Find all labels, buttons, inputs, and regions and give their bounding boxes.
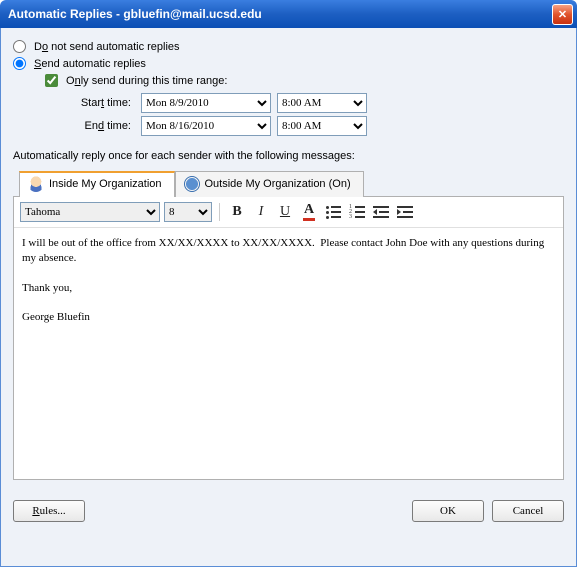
auto-reply-label: Automatically reply once for each sender… [13, 150, 564, 162]
window-close-button[interactable]: ✕ [552, 4, 573, 25]
start-time-select[interactable]: 8:00 AM [277, 93, 367, 113]
editor-toolbar: Tahoma 8 B I U A 1 [14, 197, 563, 227]
rules-button[interactable]: Rules... [13, 500, 85, 522]
radio-do-not-send-label: Do not send automatic replies [34, 41, 180, 53]
bold-button[interactable]: B [227, 202, 247, 222]
editor: Tahoma 8 B I U A 1 [13, 196, 564, 480]
font-size-select[interactable]: 8 [164, 202, 212, 222]
start-time-row: Start time: Mon 8/9/2010 8:00 AM [61, 93, 564, 113]
indent-button[interactable] [395, 202, 415, 222]
outdent-button[interactable] [371, 202, 391, 222]
tab-inside-label: Inside My Organization [49, 178, 162, 190]
end-time-label: End time: [61, 120, 131, 132]
checkbox-time-range-input[interactable] [45, 74, 58, 87]
radio-send[interactable]: Send automatic replies [13, 57, 564, 70]
checkbox-time-range-label: Only send during this time range: [66, 75, 227, 87]
message-body[interactable] [14, 227, 563, 479]
toolbar-separator [219, 203, 220, 221]
end-date-select[interactable]: Mon 8/16/2010 [141, 116, 271, 136]
end-time-select[interactable]: 8:00 AM [277, 116, 367, 136]
start-date-select[interactable]: Mon 8/9/2010 [141, 93, 271, 113]
start-time-label: Start time: [61, 97, 131, 109]
end-time-row: End time: Mon 8/16/2010 8:00 AM [61, 116, 564, 136]
number-list-icon: 1 2 3 [349, 205, 365, 219]
tab-strip: Inside My Organization Outside My Organi… [19, 170, 564, 196]
content-area: Do not send automatic replies Send autom… [0, 28, 577, 567]
radio-do-not-send-input[interactable] [13, 40, 26, 53]
radio-do-not-send[interactable]: Do not send automatic replies [13, 40, 564, 53]
tab-inside-org[interactable]: Inside My Organization [19, 171, 175, 197]
tab-outside-org[interactable]: Outside My Organization (On) [175, 171, 364, 197]
radio-send-input[interactable] [13, 57, 26, 70]
bullet-list-icon [325, 205, 341, 219]
bullet-list-button[interactable] [323, 202, 343, 222]
underline-button[interactable]: U [275, 202, 295, 222]
button-row: Rules... OK Cancel [13, 500, 564, 522]
tab-outside-label: Outside My Organization (On) [205, 178, 351, 190]
person-icon [28, 176, 44, 192]
number-list-button[interactable]: 1 2 3 [347, 202, 367, 222]
outdent-icon [373, 205, 389, 219]
font-family-select[interactable]: Tahoma [20, 202, 160, 222]
globe-icon [184, 176, 200, 192]
window-title: Automatic Replies - gbluefin@mail.ucsd.e… [8, 7, 262, 21]
italic-button[interactable]: I [251, 202, 271, 222]
cancel-button[interactable]: Cancel [492, 500, 564, 522]
radio-send-label: Send automatic replies [34, 58, 146, 70]
close-icon: ✕ [558, 8, 567, 21]
titlebar: Automatic Replies - gbluefin@mail.ucsd.e… [0, 0, 577, 28]
font-color-button[interactable]: A [299, 202, 319, 222]
indent-icon [397, 205, 413, 219]
checkbox-time-range[interactable]: Only send during this time range: [45, 74, 564, 87]
ok-button[interactable]: OK [412, 500, 484, 522]
